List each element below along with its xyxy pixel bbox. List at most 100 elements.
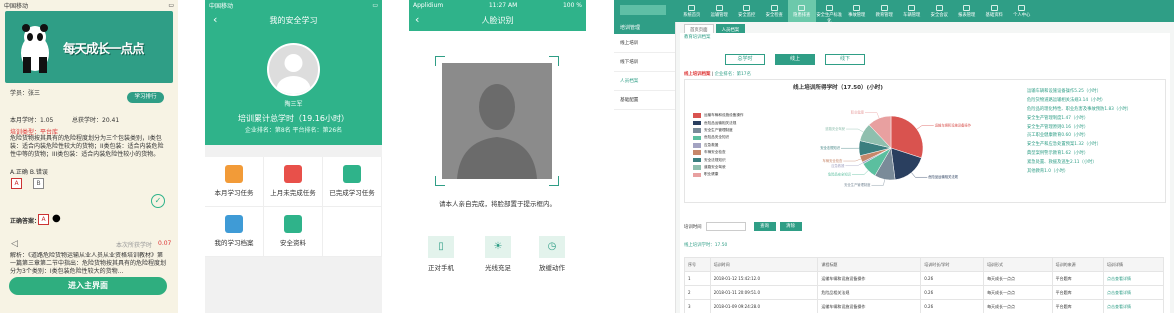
pie-leader-line bbox=[851, 170, 869, 175]
sidebar-item[interactable]: 人员档案 bbox=[614, 72, 675, 91]
rank-text: 企业排名：第8名 平台排名：第26名 bbox=[244, 127, 343, 134]
nav-item[interactable]: 安全会议 bbox=[926, 0, 954, 22]
tab-total[interactable]: 总学时 bbox=[725, 54, 765, 65]
nav-item[interactable]: 运输管理 bbox=[706, 0, 734, 22]
banner: 每天成长一点点 bbox=[5, 11, 173, 83]
pie-label: 车辆安全检查 bbox=[823, 158, 843, 163]
completed-task-item[interactable]: 已完成学习任务 bbox=[323, 157, 382, 207]
option-b-button[interactable]: B bbox=[33, 178, 44, 189]
table-cell: 运输车辆和设施设备操作 bbox=[817, 299, 922, 313]
pie-leader-line bbox=[846, 128, 864, 133]
top-bar: 系统首页 运输管理 安全监控 安全检查 隐患排查 安全生产标准化 事故管理 教育管理 车辆管理 安… bbox=[614, 0, 1174, 24]
tip-label: 正对手机 bbox=[428, 264, 454, 272]
nav-item[interactable]: 报表管理 bbox=[953, 0, 981, 22]
nav-icon bbox=[963, 5, 971, 11]
speaker-icon[interactable]: ◁ bbox=[11, 239, 18, 249]
nav-icon bbox=[688, 5, 696, 11]
nav-icon bbox=[990, 5, 998, 11]
clear-button[interactable]: 清除 bbox=[779, 222, 802, 231]
study-time: 本月学时：1.05 bbox=[10, 117, 54, 124]
detail-link[interactable]: 点击查看详情 bbox=[1102, 271, 1165, 286]
nav-label: 基础资料 bbox=[985, 13, 1003, 18]
table-cell: 0.26 bbox=[920, 271, 985, 286]
banner-title: 每天成长一点点 bbox=[63, 41, 145, 56]
option-a-button[interactable]: A bbox=[11, 178, 22, 189]
tab-offline[interactable]: 线下 bbox=[825, 54, 865, 65]
empty-cell bbox=[323, 207, 382, 257]
battery-label: 100 % bbox=[562, 2, 582, 9]
main-nav: 系统首页 运输管理 安全监控 安全检查 隐患排查 安全生产标准化 事故管理 教育管理 车辆管理 安… bbox=[678, 0, 1036, 24]
table-cell: 每天成长一点点 bbox=[983, 271, 1053, 286]
table-cell: 2 bbox=[684, 285, 711, 300]
nav-label: 事故管理 bbox=[848, 13, 866, 18]
hours-item: 紧急处置、救援及逃生2.11（小时） bbox=[1027, 160, 1097, 166]
nav-icon bbox=[908, 5, 916, 11]
earned-label: 本次所获学时 bbox=[116, 242, 153, 249]
monthly-task-item[interactable]: 本月学习任务 bbox=[205, 157, 264, 207]
ranking-button[interactable]: 学习排行 bbox=[127, 92, 164, 103]
nav-item[interactable]: 隐患排查 bbox=[788, 0, 816, 22]
column-header: 课程标题 bbox=[817, 257, 922, 272]
hours-list: 运输车辆和设施设备操作5.25（小时） 危险货物道路运输相关法规3.14（小时） 危… bbox=[1027, 88, 1131, 177]
nav-label: 教育管理 bbox=[875, 13, 893, 18]
shield-icon bbox=[284, 215, 302, 233]
nav-item[interactable]: 车辆管理 bbox=[898, 0, 926, 22]
hours-item: 员工职业健康教育0.60（小时） bbox=[1027, 133, 1089, 139]
tip-slow: ◷ 放缓动作 bbox=[534, 236, 570, 272]
check-icon: ✓ bbox=[151, 194, 165, 208]
table-cell: 平台题库 bbox=[1051, 285, 1104, 300]
pie-label: 危险品安全知识 bbox=[828, 172, 852, 177]
tip-label: 光线充足 bbox=[485, 264, 511, 272]
safety-docs-item[interactable]: 安全资料 bbox=[264, 207, 323, 257]
table-cell: 每天成长一点点 bbox=[983, 299, 1053, 313]
table-cell: 每天成长一点点 bbox=[983, 285, 1053, 300]
total-time: 总获学时：20.41 bbox=[72, 117, 120, 124]
nav-icon bbox=[798, 5, 806, 11]
pie-leader-line bbox=[845, 162, 863, 166]
sidebar-item[interactable]: 线上培训 bbox=[614, 34, 675, 53]
table-cell: 危险品相关法规 bbox=[817, 285, 922, 300]
nav-item[interactable]: 基础资料 bbox=[981, 0, 1009, 22]
date-input[interactable] bbox=[705, 222, 746, 231]
nav-icon bbox=[743, 5, 751, 11]
nav-item[interactable]: 安全监控 bbox=[733, 0, 761, 22]
avatar bbox=[267, 43, 320, 96]
total-hours: 培训累计总学时（19.16小时） bbox=[238, 114, 349, 123]
nav-item[interactable]: 安全检查 bbox=[761, 0, 789, 22]
nav-item[interactable]: 系统首页 bbox=[678, 0, 706, 22]
sidebar-item[interactable]: 基础配置 bbox=[614, 91, 675, 110]
search-button[interactable]: 查询 bbox=[753, 222, 776, 231]
nav-label: 安全生产标准化 bbox=[816, 13, 843, 24]
last-month-task-item[interactable]: 上月未完成任务 bbox=[264, 157, 323, 207]
detail-link[interactable]: 点击查看详情 bbox=[1102, 285, 1165, 300]
nav-label: 运输管理 bbox=[710, 13, 728, 18]
item-label: 本月学习任务 bbox=[214, 189, 254, 197]
header: ‹ 人脸识别 bbox=[409, 11, 586, 31]
tip-light: ☀ 光线充足 bbox=[480, 236, 516, 272]
nav-item[interactable]: 安全生产标准化 bbox=[816, 0, 844, 24]
student-label: 学员：张三 bbox=[10, 90, 41, 97]
column-header: 培训形式 bbox=[983, 257, 1053, 272]
page-title: 我的安全学习 bbox=[269, 16, 318, 25]
carrier-label: 中国移动 bbox=[209, 3, 234, 10]
menu-grid: 本月学习任务 上月未完成任务 已完成学习任务 我的学习档案 安全资料 bbox=[205, 157, 382, 257]
study-archive-item[interactable]: 我的学习档案 bbox=[205, 207, 264, 257]
detail-link[interactable]: 点击查看详情 bbox=[1102, 299, 1165, 313]
battery-icon: ▭ bbox=[372, 2, 378, 9]
stat-line: 线上培训档案 | 企业排名：第17名 bbox=[684, 72, 751, 77]
pie-leader-line bbox=[871, 179, 885, 186]
nav-label: 报表管理 bbox=[958, 13, 976, 18]
nav-label: 系统首页 bbox=[683, 13, 701, 18]
company-rank: 企业排名：第17名 bbox=[714, 72, 751, 77]
hours-item: 危险货物道路运输相关法规3.14（小时） bbox=[1027, 97, 1106, 103]
nav-item[interactable]: 事故管理 bbox=[843, 0, 871, 22]
sidebar-item[interactable]: 线下培训 bbox=[614, 53, 675, 72]
nav-icon bbox=[880, 5, 888, 11]
nav-icon bbox=[935, 5, 943, 11]
nav-item[interactable]: 个人中心 bbox=[1008, 0, 1036, 22]
task-icon bbox=[343, 165, 361, 183]
enter-main-button[interactable]: 进入主界面 bbox=[9, 277, 167, 295]
pie-chart-box: 线上培训所得学时（17.50）(小时) 运输车辆和设施设备操作 危险品运输相关法规… bbox=[684, 79, 1166, 203]
nav-item[interactable]: 教育管理 bbox=[871, 0, 899, 22]
tab-online[interactable]: 线上 bbox=[775, 54, 815, 65]
